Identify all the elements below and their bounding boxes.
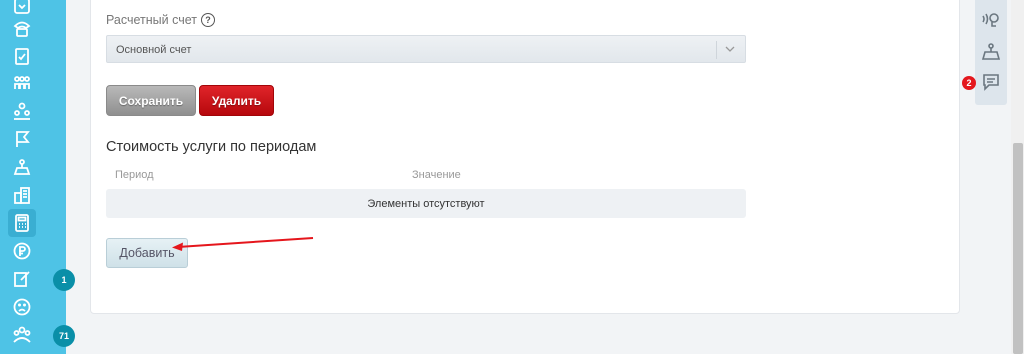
calculator-icon[interactable] [8, 209, 36, 237]
section-title: Стоимость услуги по периодам [106, 139, 317, 155]
account-label-text: Расчетный счет [106, 13, 197, 27]
empty-table-row: Элементы отсутствуют [106, 189, 746, 218]
scrollbar-thumb[interactable] [1013, 143, 1023, 354]
buildings-icon[interactable] [10, 183, 34, 207]
ruble-coin-icon[interactable] [10, 239, 34, 263]
question-circle-icon[interactable]: ? [201, 13, 215, 27]
phone-call-icon[interactable] [10, 17, 34, 41]
team-icon[interactable] [10, 323, 34, 347]
notification-badge: 71 [53, 325, 75, 347]
phone-headset-icon[interactable] [981, 9, 1001, 29]
account-field-label: Расчетный счет ? [106, 13, 215, 27]
sidebar: 1 71 [0, 0, 75, 354]
users-group-icon[interactable] [10, 99, 34, 123]
column-header-value: Значение [412, 169, 461, 181]
chevron-down-icon[interactable] [725, 44, 735, 54]
select-divider [716, 41, 717, 59]
scale-icon[interactable] [981, 42, 1001, 62]
flag-icon[interactable] [10, 127, 34, 151]
empty-text: Элементы отсутствуют [367, 197, 485, 210]
account-select-value: Основной счет [116, 44, 192, 56]
red-arrow-annotation [172, 237, 314, 251]
weight-scale-icon[interactable] [10, 155, 34, 179]
org-chart-icon[interactable] [10, 71, 34, 95]
delete-button[interactable]: Удалить [199, 85, 274, 116]
edit-note-icon[interactable] [10, 267, 34, 291]
clipboard-check-icon[interactable] [10, 44, 34, 68]
chat-icon[interactable] [981, 72, 1001, 92]
chat-badge: 2 [962, 76, 976, 90]
column-header-period: Период [115, 169, 154, 181]
sad-face-icon[interactable] [10, 295, 34, 319]
right-tool-panel [975, 0, 1007, 105]
notification-badge: 1 [53, 269, 75, 291]
account-select[interactable]: Основной счет [106, 35, 746, 63]
save-button[interactable]: Сохранить [106, 85, 196, 116]
phone-icon[interactable] [10, 0, 34, 18]
